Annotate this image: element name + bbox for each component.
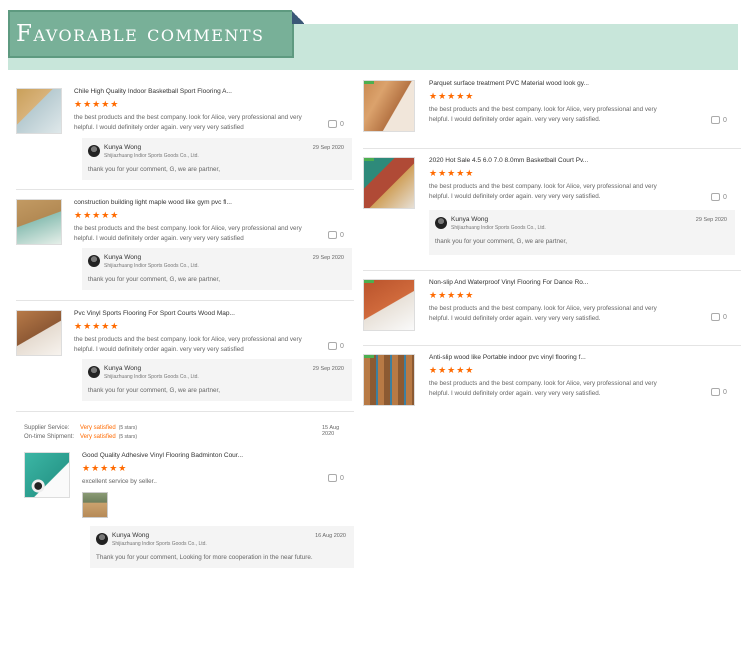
star-rating: ★★★★★	[74, 210, 120, 220]
thumbs-up-icon	[711, 388, 720, 396]
reply-text: thank you for your comment, G, we are pa…	[435, 238, 567, 245]
review-item: Supplier Service: Very satisfied (5 stars)…	[16, 412, 354, 572]
thumbs-up-icon	[711, 116, 720, 124]
product-tag	[364, 280, 374, 283]
star-rating: ★★★★★	[429, 91, 475, 101]
like-button[interactable]: 0	[328, 342, 344, 350]
review-item: construction building light maple wood l…	[16, 190, 354, 301]
avatar	[88, 255, 100, 267]
review-item: Anti-slip wood like Portable indoor pvc …	[363, 346, 741, 414]
star-rating: ★★★★★	[74, 99, 120, 109]
reply-author: Kunya Wong	[451, 216, 489, 223]
supplier-service-rating: Supplier Service: Very satisfied (5 stars)	[24, 425, 138, 431]
seller-reply: Kunya Wong Shijiazhuang Indior Sports Go…	[90, 526, 354, 568]
review-text: the best products and the best company. …	[74, 225, 302, 242]
review-item: Non-slip And Waterproof Vinyl Flooring F…	[363, 271, 741, 346]
reply-author: Kunya Wong	[104, 365, 142, 372]
reply-date: 29 Sep 2020	[312, 145, 344, 151]
reply-company: Shijiazhuang Indior Sports Goods Co., Lt…	[451, 225, 546, 231]
like-button[interactable]: 0	[328, 474, 344, 482]
seller-reply: Kunya Wong Shijiazhuang Indior Sports Go…	[82, 138, 352, 180]
product-thumbnail[interactable]	[16, 199, 62, 245]
product-tag	[364, 158, 374, 161]
review-item: Parquet surface treatment PVC Material w…	[363, 74, 741, 149]
review-text: the best products and the best company. …	[429, 106, 657, 123]
product-title-link[interactable]: construction building light maple wood l…	[74, 199, 354, 206]
review-text: excellent service by seller..	[82, 478, 157, 485]
product-thumbnail[interactable]	[363, 80, 415, 132]
review-item: Pvc Vinyl Sports Flooring For Sport Cour…	[16, 301, 354, 412]
banner-fold-decoration	[292, 10, 304, 24]
reply-date: 29 Sep 2020	[312, 366, 344, 372]
like-button[interactable]: 0	[711, 116, 727, 124]
reply-company: Shijiazhuang Indior Sports Goods Co., Lt…	[104, 374, 199, 380]
review-text: the best products and the best company. …	[429, 305, 657, 322]
review-text: the best products and the best company. …	[429, 183, 657, 200]
page-title: Favorable comments	[8, 10, 294, 58]
product-thumbnail[interactable]	[16, 88, 62, 134]
like-button[interactable]: 0	[711, 388, 727, 396]
like-button[interactable]: 0	[328, 231, 344, 239]
product-thumbnail[interactable]	[363, 157, 415, 209]
product-thumbnail[interactable]	[363, 354, 415, 406]
reply-date: 29 Sep 2020	[312, 255, 344, 261]
like-button[interactable]: 0	[328, 120, 344, 128]
reply-text: thank you for your comment, G, we are pa…	[88, 387, 220, 394]
star-rating: ★★★★★	[82, 463, 128, 473]
thumbs-up-icon	[328, 231, 337, 239]
avatar	[88, 145, 100, 157]
product-tag	[364, 355, 374, 358]
product-title-link[interactable]: Parquet surface treatment PVC Material w…	[429, 80, 729, 87]
right-review-column: Parquet surface treatment PVC Material w…	[363, 74, 741, 414]
review-photo[interactable]	[82, 492, 108, 518]
product-thumbnail[interactable]	[16, 310, 62, 356]
reply-author: Kunya Wong	[112, 532, 150, 539]
like-button[interactable]: 0	[711, 193, 727, 201]
reply-date: 29 Sep 2020	[695, 217, 727, 223]
seller-reply: Kunya Wong Shijiazhuang Indior Sports Go…	[82, 359, 352, 401]
star-rating: ★★★★★	[429, 365, 475, 375]
star-rating: ★★★★★	[74, 321, 120, 331]
product-title-link[interactable]: Chile High Quality Indoor Basketball Spo…	[74, 88, 354, 95]
reply-author: Kunya Wong	[104, 144, 142, 151]
star-rating: ★★★★★	[429, 168, 475, 178]
product-title-link[interactable]: Pvc Vinyl Sports Flooring For Sport Cour…	[74, 310, 354, 317]
product-title-link[interactable]: 2020 Hot Sale 4.5 6.0 7.0 8.0mm Basketba…	[429, 157, 729, 164]
product-tag	[364, 81, 374, 84]
product-title-link[interactable]: Anti-slip wood like Portable indoor pvc …	[429, 354, 729, 361]
shipment-rating: On-time Shipment: Very satisfied (5 stars)	[24, 434, 138, 440]
reply-company: Shijiazhuang Indior Sports Goods Co., Lt…	[112, 541, 207, 547]
review-item: 2020 Hot Sale 4.5 6.0 7.0 8.0mm Basketba…	[363, 149, 741, 271]
reply-company: Shijiazhuang Indior Sports Goods Co., Lt…	[104, 153, 199, 159]
like-button[interactable]: 0	[711, 313, 727, 321]
reply-text: thank you for your comment, G, we are pa…	[88, 166, 220, 173]
product-thumbnail[interactable]	[24, 452, 70, 498]
product-thumbnail[interactable]	[363, 279, 415, 331]
review-text: the best products and the best company. …	[429, 380, 657, 397]
thumbs-up-icon	[328, 342, 337, 350]
review-text: the best products and the best company. …	[74, 114, 302, 131]
review-date: 15 Aug 2020	[322, 425, 340, 437]
reply-text: Thank you for your comment, Looking for …	[96, 554, 313, 561]
thumbs-up-icon	[711, 193, 720, 201]
review-item: Chile High Quality Indoor Basketball Spo…	[16, 82, 354, 190]
star-rating: ★★★★★	[429, 290, 475, 300]
reply-company: Shijiazhuang Indior Sports Goods Co., Lt…	[104, 263, 199, 269]
review-text: the best products and the best company. …	[74, 336, 302, 353]
product-title-link[interactable]: Good Quality Adhesive Vinyl Flooring Bad…	[82, 452, 352, 459]
left-review-column: Chile High Quality Indoor Basketball Spo…	[16, 82, 354, 572]
thumbs-up-icon	[328, 474, 337, 482]
seller-reply: Kunya Wong Shijiazhuang Indior Sports Go…	[429, 210, 735, 255]
avatar	[96, 533, 108, 545]
avatar	[88, 366, 100, 378]
reply-text: thank you for your comment, G, we are pa…	[88, 276, 220, 283]
reply-author: Kunya Wong	[104, 254, 142, 261]
reply-date: 16 Aug 2020	[315, 533, 346, 539]
thumbs-up-icon	[711, 313, 720, 321]
avatar	[435, 217, 447, 229]
product-title-link[interactable]: Non-slip And Waterproof Vinyl Flooring F…	[429, 279, 729, 286]
seller-reply: Kunya Wong Shijiazhuang Indior Sports Go…	[82, 248, 352, 290]
thumbs-up-icon	[328, 120, 337, 128]
